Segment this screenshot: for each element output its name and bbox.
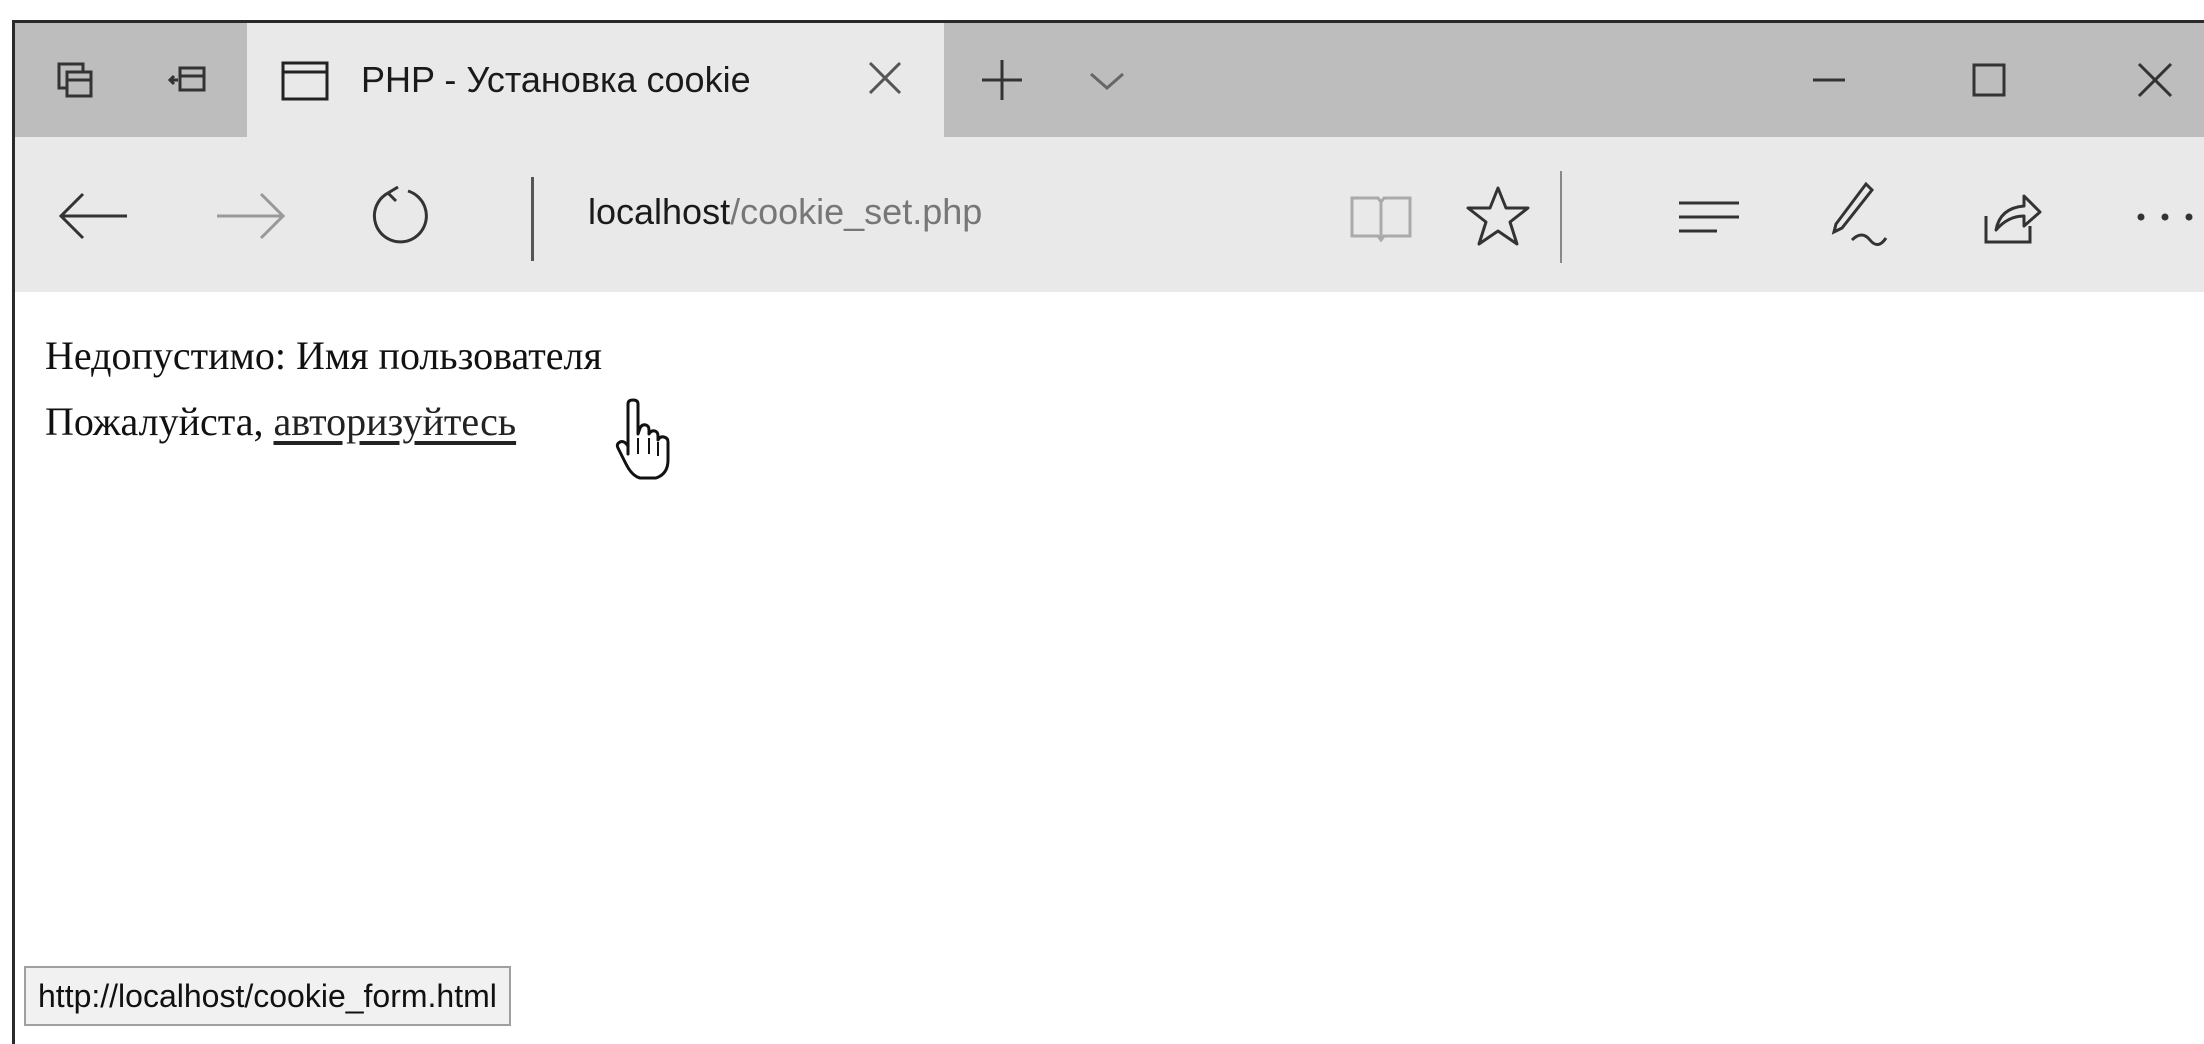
tab-title: PHP - Установка cookie (361, 59, 751, 100)
url-host: localhost (588, 191, 731, 232)
hub-icon[interactable] (1671, 187, 1747, 247)
chevron-down-icon[interactable] (1077, 23, 1137, 137)
tab-strip: PHP - Установка cookie (15, 23, 2204, 137)
refresh-icon[interactable] (365, 177, 435, 253)
page-content: Недопустимо: Имя пользователя Пожалуйста… (45, 323, 602, 455)
back-icon[interactable] (53, 181, 133, 251)
login-prompt-text: Пожалуйста, (45, 399, 274, 444)
close-icon[interactable] (2125, 23, 2185, 137)
share-icon[interactable] (1975, 181, 2047, 251)
error-message: Недопустимо: Имя пользователя (45, 333, 602, 378)
login-link[interactable]: авторизуйтесь (273, 399, 516, 444)
browser-window: PHP - Установка cookie localhost/cookie_… (12, 20, 2204, 1044)
more-icon[interactable] (2125, 197, 2204, 237)
hand-cursor-icon (612, 398, 676, 486)
page-icon (281, 61, 329, 105)
address-bar[interactable]: localhost/cookie_set.php (588, 191, 982, 233)
toolbar-separator (1560, 171, 1562, 263)
set-aside-tabs-icon[interactable] (153, 23, 223, 137)
address-separator (531, 177, 534, 261)
tab-preview-icon[interactable] (35, 23, 115, 137)
forward-icon[interactable] (211, 181, 291, 251)
navigation-bar: localhost/cookie_set.php (15, 137, 2204, 292)
tab-close-icon[interactable] (864, 57, 906, 103)
login-prompt: Пожалуйста, авторизуйтесь (45, 389, 602, 455)
status-url-tooltip: http://localhost/cookie_form.html (24, 966, 511, 1026)
new-tab-icon[interactable] (967, 23, 1037, 137)
maximize-icon[interactable] (1959, 23, 2019, 137)
minimize-icon[interactable] (1799, 23, 1859, 137)
web-note-pen-icon[interactable] (1821, 177, 1893, 253)
url-path: /cookie_set.php (730, 191, 983, 232)
reading-view-icon[interactable] (1343, 187, 1419, 247)
tab-active[interactable]: PHP - Установка cookie (247, 23, 944, 137)
favorite-star-icon[interactable] (1461, 181, 1535, 251)
